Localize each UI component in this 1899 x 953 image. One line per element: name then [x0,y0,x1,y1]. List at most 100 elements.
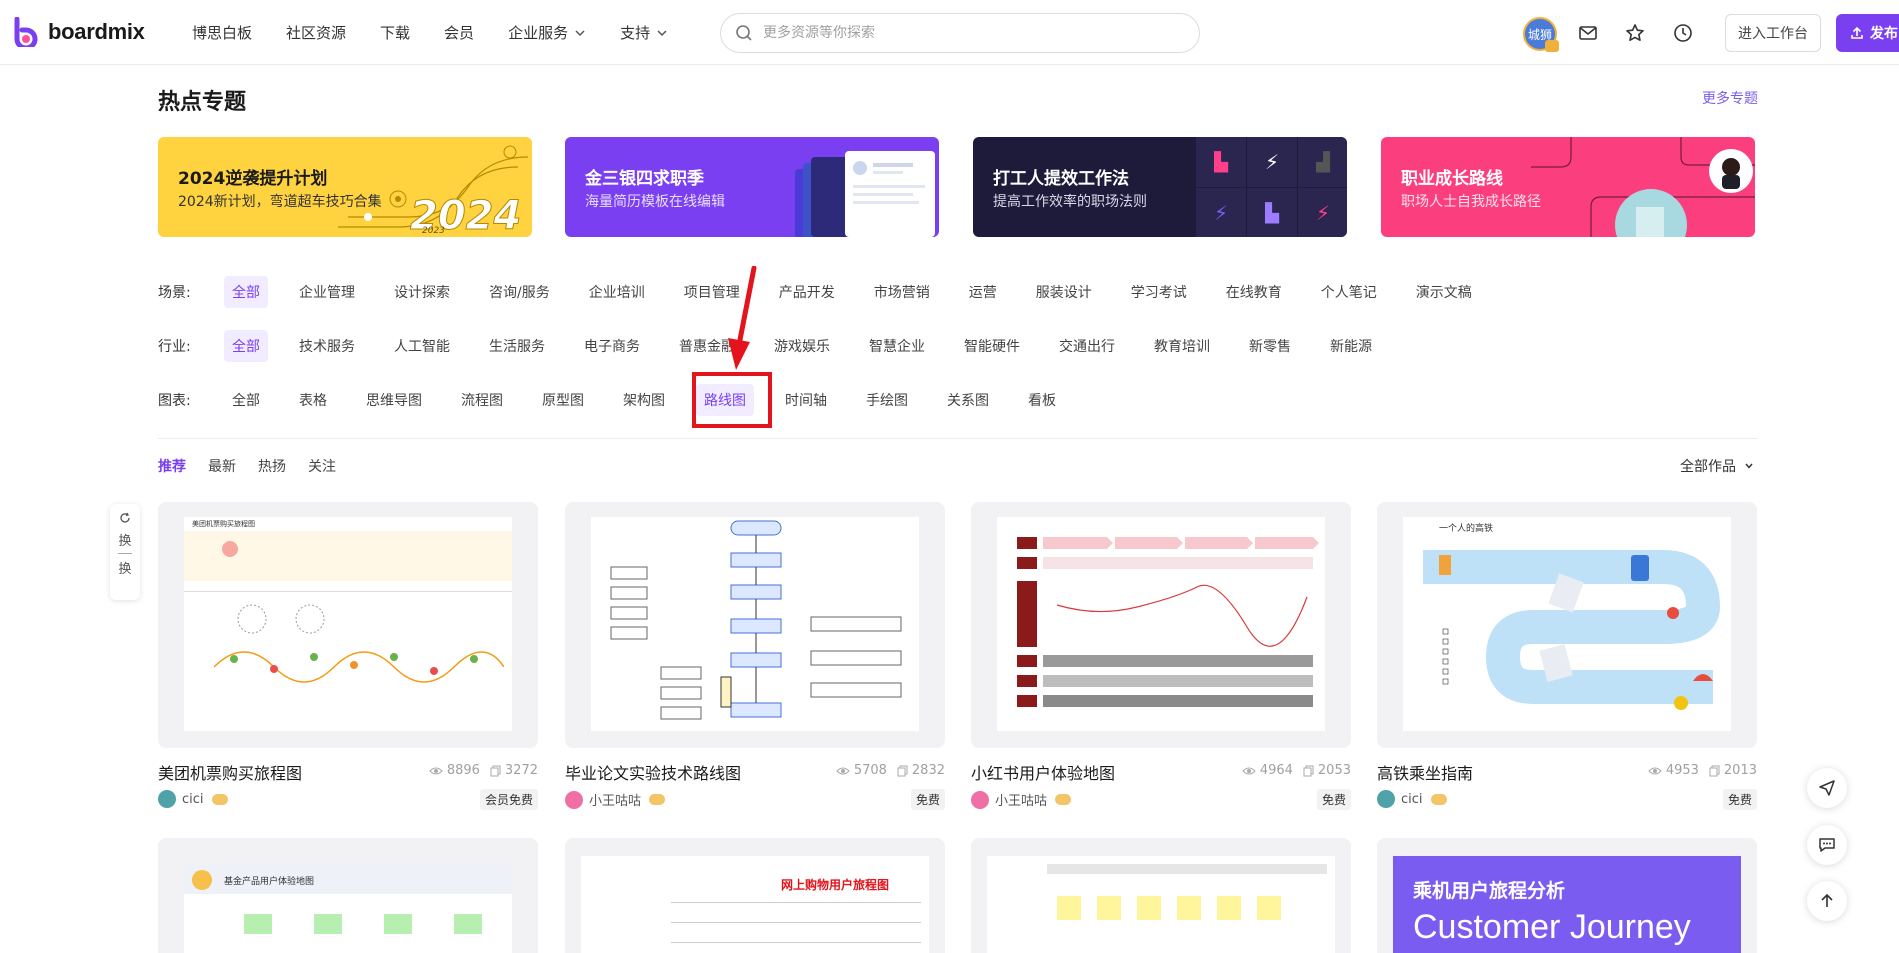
chip-chart-all[interactable]: 全部 [224,384,268,416]
chip-industry-ai[interactable]: 人工智能 [386,330,458,362]
filter-label-industry: 行业: [158,339,191,355]
share-button[interactable] [1807,768,1847,808]
template-card[interactable]: 一个人的高铁 高铁乘坐指南 4953 2013 cici 免费 [1377,502,1757,810]
card-author[interactable]: cici [158,790,228,808]
card-author[interactable]: 小王咕咕 [971,790,1072,809]
card-thumbnail[interactable] [565,502,945,748]
card-author[interactable]: 小王咕咕 [565,790,666,809]
sort-tabs: 推荐 最新 热扬 关注 [158,456,358,476]
chip-industry-transport[interactable]: 交通出行 [1051,330,1123,362]
tab-latest[interactable]: 最新 [208,456,236,476]
card-thumbnail[interactable]: 一个人的高铁 [1377,502,1757,748]
chip-scene-slides[interactable]: 演示文稿 [1408,276,1480,308]
search-input[interactable] [763,25,1163,41]
chip-scene-operations[interactable]: 运营 [961,276,1005,308]
chip-scene-exam[interactable]: 学习考试 [1123,276,1195,308]
crown-icon [211,793,228,805]
chip-industry-energy[interactable]: 新能源 [1322,330,1380,362]
template-card[interactable]: 毕业论文实验技术路线图 5708 2832 小王咕咕 免费 [565,502,945,810]
card-title[interactable]: 小红书用户体验地图 [971,760,1115,784]
price-badge: 会员免费 [479,789,538,810]
banner-job-season[interactable]: 金三银四求职季 海量简历模板在线编辑 [565,137,939,237]
chip-chart-relation[interactable]: 关系图 [939,384,997,416]
history-icon[interactable] [1672,22,1694,44]
card-title[interactable]: 高铁乘坐指南 [1377,760,1473,784]
chip-industry-retail[interactable]: 新零售 [1241,330,1299,362]
crown-icon [1430,793,1447,805]
tab-hot[interactable]: 热扬 [258,456,286,476]
card-thumbnail[interactable]: 美团机票购买旅程图 [158,502,538,748]
chevron-down-icon [1745,463,1754,469]
template-card[interactable]: 美团机票购买旅程图 美团机票购买旅程图 8896 3272 cici 会员免费 [158,502,538,810]
chip-industry-tech[interactable]: 技术服务 [291,330,363,362]
author-avatar [565,790,583,809]
brand-logo[interactable]: boardmix [14,17,145,47]
banner-efficiency[interactable]: ▙ ⚡ ▟ ⚡ ▙ ⚡ 打工人提效工作法 提高工作效率的职场法则 [973,137,1347,237]
card-thumbnail[interactable] [971,502,1351,748]
nav-download[interactable]: 下载 [380,22,410,43]
template-card-thumbnail[interactable]: 网上购物用户旅程图 [565,838,945,953]
chip-scene-online-edu[interactable]: 在线教育 [1218,276,1290,308]
tab-following[interactable]: 关注 [308,456,336,476]
banner-2024-plan[interactable]: 2024 2023 2024逆袭提升计划 2024新计划，弯道超车技巧合集 [158,137,532,237]
chip-chart-handdrawn[interactable]: 手绘图 [858,384,916,416]
chip-scene-notes[interactable]: 个人笔记 [1313,276,1385,308]
template-card-thumbnail[interactable]: 乘机用户旅程分析 Customer Journey [1377,838,1757,953]
enter-workspace-button[interactable]: 进入工作台 [1725,14,1821,52]
banner-2024-art: 2024 2023 [338,145,529,237]
chip-industry-ecommerce[interactable]: 电子商务 [576,330,648,362]
nav-label: 企业服务 [508,24,569,42]
chip-scene-all[interactable]: 全部 [224,276,268,308]
nav-community[interactable]: 社区资源 [286,22,346,43]
chip-chart-flowchart[interactable]: 流程图 [453,384,511,416]
back-to-top-button[interactable] [1807,881,1847,921]
all-works-dropdown[interactable]: 全部作品 [1680,456,1754,476]
chip-industry-smart-enterprise[interactable]: 智慧企业 [861,330,933,362]
card-author[interactable]: cici [1377,790,1447,808]
nav-membership[interactable]: 会员 [444,22,474,43]
chip-scene-training[interactable]: 企业培训 [581,276,653,308]
chip-chart-architecture[interactable]: 架构图 [615,384,673,416]
chip-chart-kanban[interactable]: 看板 [1020,384,1064,416]
chip-scene-marketing[interactable]: 市场营销 [866,276,938,308]
chip-scene-product[interactable]: 产品开发 [771,276,843,308]
template-card-thumbnail[interactable] [971,838,1351,953]
chip-chart-mindmap[interactable]: 思维导图 [358,384,430,416]
chip-industry-education[interactable]: 教育培训 [1146,330,1218,362]
thumb-title: 美团机票购买旅程图 [192,520,255,528]
tab-recommended[interactable]: 推荐 [158,456,186,476]
chip-industry-all[interactable]: 全部 [224,330,268,362]
chip-scene-design[interactable]: 设计探索 [386,276,458,308]
chip-scene-consulting[interactable]: 咨询/服务 [481,276,558,308]
feedback-button[interactable] [1807,825,1847,865]
banner-career-growth[interactable]: 职业成长路线 职场人士自我成长路径 [1381,137,1755,237]
hot-topics-title: 热点专题 [158,90,247,115]
card-title[interactable]: 美团机票购买旅程图 [158,760,302,784]
more-topics-link[interactable]: 更多专题 [1702,88,1758,108]
chip-chart-table[interactable]: 表格 [291,384,335,416]
star-icon[interactable] [1624,22,1646,44]
nav-enterprise[interactable]: 企业服务 [508,22,586,43]
nav-support[interactable]: 支持 [620,22,668,43]
top-header: boardmix 博思白板 社区资源 下载 会员 企业服务 支持 城狮 进入工作… [0,0,1899,65]
refresh-button[interactable]: 换 换 [110,504,140,600]
chip-scene-fashion[interactable]: 服装设计 [1028,276,1100,308]
nav-whiteboard[interactable]: 博思白板 [192,22,252,43]
publish-button[interactable]: 发布 [1836,14,1899,52]
chip-industry-hardware[interactable]: 智能硬件 [956,330,1028,362]
copy-count: 2053 [1317,763,1351,778]
chip-industry-games[interactable]: 游戏娱乐 [766,330,838,362]
mail-icon[interactable] [1577,22,1599,44]
chip-chart-prototype[interactable]: 原型图 [534,384,592,416]
chip-industry-life[interactable]: 生活服务 [481,330,553,362]
chevron-down-icon [575,29,585,36]
chip-scene-enterprise-mgmt[interactable]: 企业管理 [291,276,363,308]
chip-chart-timeline[interactable]: 时间轴 [777,384,835,416]
annotation-arrow [728,266,757,370]
card-title[interactable]: 毕业论文实验技术路线图 [565,760,741,784]
template-card[interactable]: 小红书用户体验地图 4964 2053 小王咕咕 免费 [971,502,1351,810]
nav-label: 下载 [380,24,411,42]
template-card-thumbnail[interactable]: 基金产品用户体验地图 [158,838,538,953]
search-box[interactable] [720,13,1200,53]
section-divider [158,438,1758,439]
